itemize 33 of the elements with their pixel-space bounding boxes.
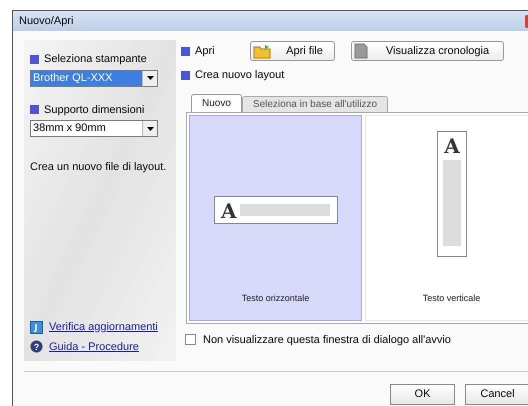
media-label: Supporto dimensioni bbox=[44, 102, 144, 118]
open-button[interactable]: Apri file bbox=[250, 41, 335, 61]
printer-label: Seleziona stampante bbox=[44, 52, 147, 67]
dropdown-arrow-icon bbox=[146, 76, 154, 80]
open-label: Apri bbox=[195, 44, 216, 59]
document-icon bbox=[354, 43, 368, 59]
folder-icon bbox=[253, 44, 271, 58]
template-label: Testo verticale bbox=[422, 292, 480, 305]
layout-template-card[interactable]: A Testo orizzontale bbox=[189, 114, 362, 320]
dropdown-arrow-icon bbox=[146, 126, 154, 130]
create-layout-label: Crea nuovo layout bbox=[195, 68, 284, 83]
vertical-label-drawing: A bbox=[436, 130, 466, 257]
dropdown-field[interactable]: 38mm x 90mm bbox=[30, 120, 158, 137]
bullet-icon bbox=[181, 70, 190, 80]
window-title: Nuovo/Apri bbox=[19, 14, 74, 29]
dialog-button[interactable]: Cancel bbox=[465, 384, 528, 405]
bullet-icon bbox=[30, 105, 39, 114]
checkbox[interactable] bbox=[185, 334, 196, 346]
help-link[interactable]: Verifica aggiornamenti bbox=[49, 319, 158, 336]
description-text: Crea un nuovo file di layout. bbox=[30, 160, 168, 175]
open-button[interactable]: Visualizza cronologia bbox=[351, 41, 504, 61]
checkbox-label: Non visualizzare questa finestra di dialogo all'avvio bbox=[203, 332, 451, 348]
tab[interactable]: Seleziona in base all'utilizzo bbox=[242, 96, 388, 112]
dialog-button[interactable]: OK bbox=[390, 384, 455, 405]
help-link[interactable]: Guida - Procedure bbox=[49, 338, 139, 355]
tab[interactable]: Nuovo bbox=[191, 94, 242, 112]
layout-template-card[interactable]: A Testo verticale bbox=[365, 114, 528, 320]
help-icon: ? bbox=[30, 340, 43, 354]
bullet-icon bbox=[30, 54, 39, 64]
template-label: Testo orizzontale bbox=[242, 292, 310, 305]
dropdown-field[interactable]: Brother QL-XXX bbox=[30, 70, 158, 86]
horizontal-label-drawing: A bbox=[214, 196, 338, 224]
bullet-icon bbox=[181, 46, 190, 56]
